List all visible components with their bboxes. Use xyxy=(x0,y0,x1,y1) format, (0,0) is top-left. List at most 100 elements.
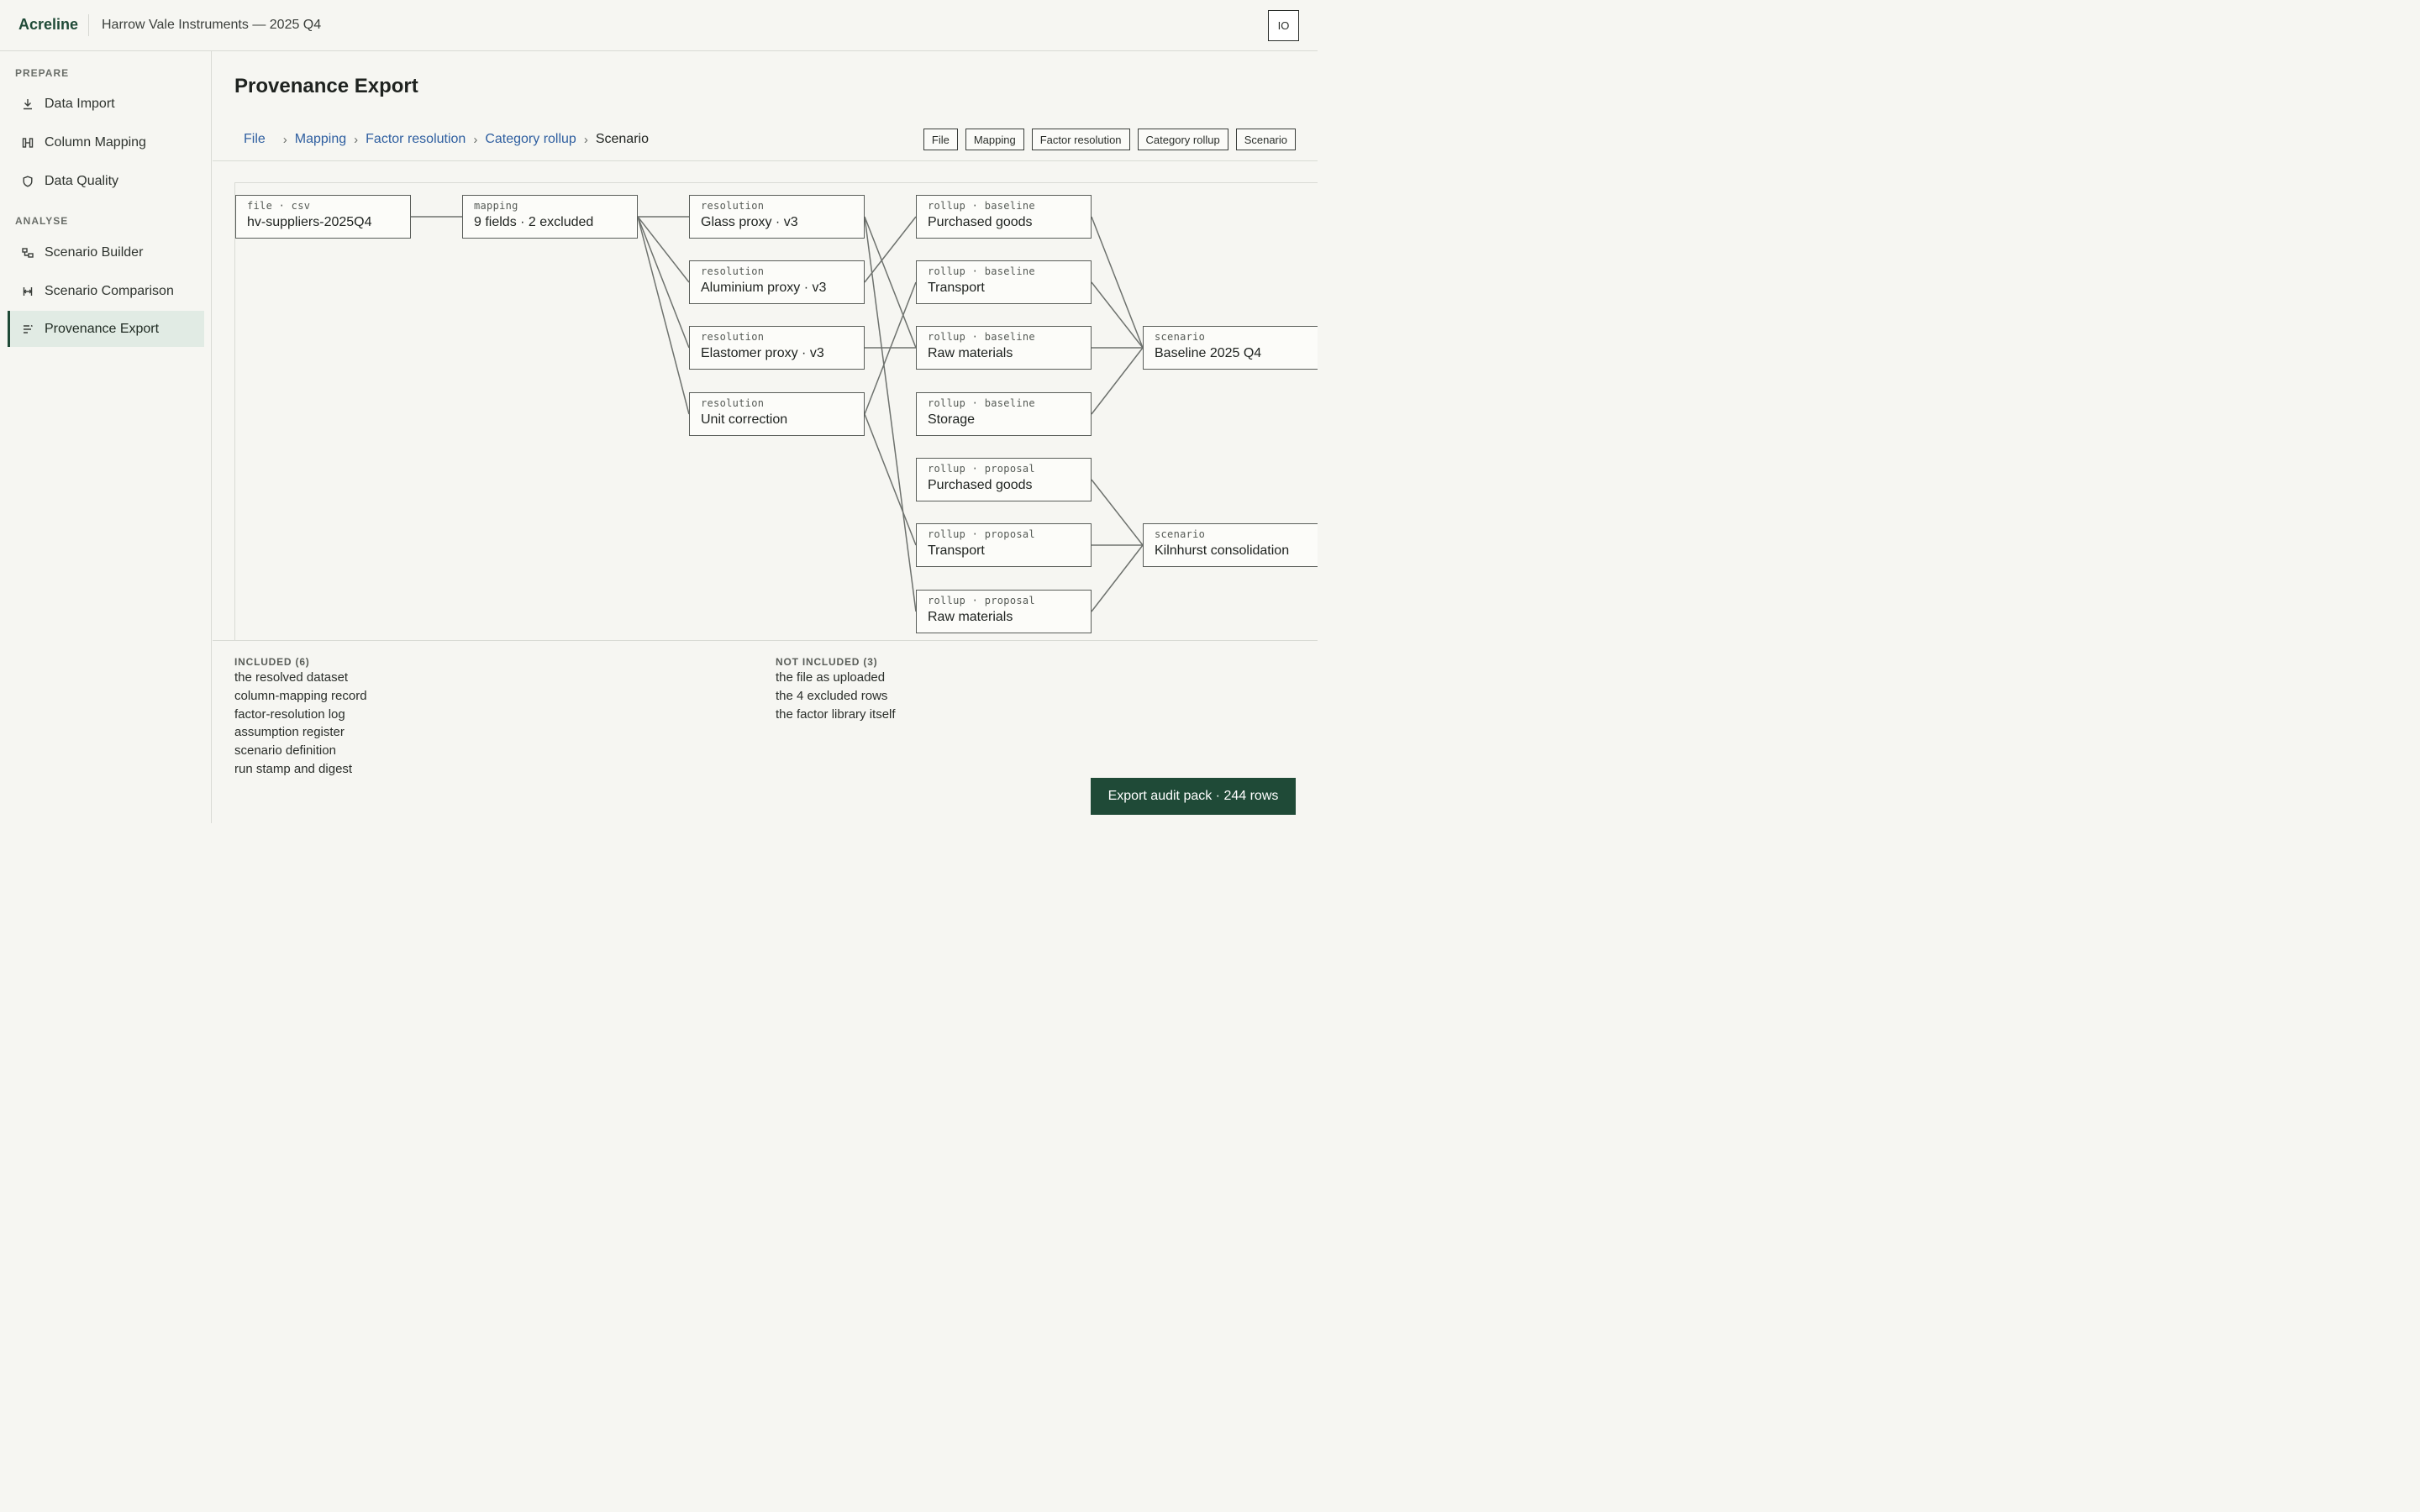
graph-node-map[interactable]: mapping 9 fields · 2 excluded xyxy=(462,195,638,239)
chip-factor-resolution[interactable]: Factor resolution xyxy=(1031,129,1130,150)
graph-edge-b4-s1 xyxy=(1091,347,1144,415)
page-title: Provenance Export xyxy=(234,75,418,97)
node-kind: resolution xyxy=(701,331,765,343)
chip-file[interactable]: File xyxy=(923,129,958,150)
node-label: Baseline 2025 Q4 xyxy=(1155,346,1262,360)
node-kind: scenario xyxy=(1155,528,1206,540)
stage-filter-chips: File Mapping Factor resolution Category … xyxy=(923,129,1296,150)
sidebar-item-scenario-builder[interactable]: Scenario Builder xyxy=(8,234,204,270)
graph-node-s2[interactable]: scenario Kilnhurst consolidation xyxy=(1143,523,1318,567)
graph-edge-p1-s2 xyxy=(1091,479,1144,546)
graph-node-b1[interactable]: rollup · baseline Purchased goods xyxy=(916,195,1092,239)
graph-node-p3[interactable]: rollup · proposal Raw materials xyxy=(916,590,1092,633)
node-label: Transport xyxy=(928,543,985,558)
node-label: Unit correction xyxy=(701,412,788,427)
divider xyxy=(213,640,1318,641)
sidebar-item-label: Scenario Comparison xyxy=(45,283,174,298)
chip-category-rollup[interactable]: Category rollup xyxy=(1137,129,1228,150)
columns-icon xyxy=(21,136,34,150)
graph-node-r1[interactable]: resolution Glass proxy · v3 xyxy=(689,195,865,239)
graph-edge-r1-p3 xyxy=(864,216,917,612)
breadcrumb-category-rollup[interactable]: Category rollup xyxy=(485,132,576,147)
not-included-heading: NOT INCLUDED (3) xyxy=(776,656,878,668)
divider xyxy=(213,160,1318,161)
graph-node-p1[interactable]: rollup · proposal Purchased goods xyxy=(916,458,1092,501)
chip-mapping[interactable]: Mapping xyxy=(965,129,1024,150)
chevron-right-icon: › xyxy=(583,132,588,147)
node-kind: file · csv xyxy=(247,200,311,212)
avatar[interactable]: IO xyxy=(1268,10,1299,41)
sidebar-section-prepare: PREPARE xyxy=(15,67,70,79)
list-item: the 4 excluded rows xyxy=(776,688,888,703)
chevron-right-icon: › xyxy=(354,132,359,147)
brand-logo[interactable]: Acreline xyxy=(18,16,78,34)
node-kind: resolution xyxy=(701,265,765,277)
top-bar: Acreline Harrow Vale Instruments — 2025 … xyxy=(0,0,1318,51)
list-item: run stamp and digest xyxy=(234,761,353,776)
list-item: the file as uploaded xyxy=(776,670,886,685)
graph-node-r2[interactable]: resolution Aluminium proxy · v3 xyxy=(689,260,865,304)
list-icon xyxy=(21,323,34,336)
node-label: Aluminium proxy · v3 xyxy=(701,281,827,295)
node-kind: rollup · baseline xyxy=(928,265,1035,277)
node-label: Storage xyxy=(928,412,976,427)
sidebar-item-provenance-export[interactable]: Provenance Export xyxy=(8,311,204,347)
list-item: the resolved dataset xyxy=(234,670,349,685)
node-kind: scenario xyxy=(1155,331,1206,343)
graph-edge-p3-s2 xyxy=(1091,544,1144,612)
list-item: scenario definition xyxy=(234,743,336,759)
graph-edge-r2-b1 xyxy=(864,216,917,283)
sidebar-item-scenario-comparison[interactable]: Scenario Comparison xyxy=(8,273,204,309)
compare-icon xyxy=(21,285,34,298)
graph-node-b2[interactable]: rollup · baseline Transport xyxy=(916,260,1092,304)
chevron-right-icon: › xyxy=(282,132,287,147)
node-label: Purchased goods xyxy=(928,215,1033,229)
export-audit-pack-button[interactable]: Export audit pack · 244 rows xyxy=(1091,778,1296,815)
sidebar-section-analyse: ANALYSE xyxy=(15,215,69,227)
graph-edge-b2-s1 xyxy=(1091,281,1144,349)
sidebar-item-label: Data Quality xyxy=(45,173,119,188)
graph-node-b3[interactable]: rollup · baseline Raw materials xyxy=(916,326,1092,370)
graph-node-b4[interactable]: rollup · baseline Storage xyxy=(916,392,1092,436)
node-kind: rollup · baseline xyxy=(928,331,1035,343)
graph-node-r4[interactable]: resolution Unit correction xyxy=(689,392,865,436)
list-item: assumption register xyxy=(234,725,345,740)
sidebar-item-label: Data Import xyxy=(45,96,115,111)
node-kind: resolution xyxy=(701,397,765,409)
node-label: Raw materials xyxy=(928,610,1013,624)
list-item: the factor library itself xyxy=(776,706,896,722)
node-label: Purchased goods xyxy=(928,478,1033,492)
node-kind: mapping xyxy=(474,200,518,212)
node-kind: rollup · proposal xyxy=(928,463,1035,475)
graph-node-file[interactable]: file · csv hv-suppliers-2025Q4 xyxy=(235,195,411,239)
included-list: the resolved dataset column-mapping reco… xyxy=(234,669,367,779)
sidebar-item-label: Scenario Builder xyxy=(45,244,144,260)
graph-node-p2[interactable]: rollup · proposal Transport xyxy=(916,523,1092,567)
graph-node-s1[interactable]: scenario Baseline 2025 Q4 xyxy=(1143,326,1318,370)
graph-edge-map-r4 xyxy=(637,216,690,415)
graph-edge-r1-b3 xyxy=(864,216,917,349)
node-label: Glass proxy · v3 xyxy=(701,215,798,229)
shield-icon xyxy=(21,175,34,188)
provenance-graph: file · csv hv-suppliers-2025Q4 mapping 9 fi… xyxy=(234,182,1318,640)
download-icon xyxy=(21,97,34,111)
graph-node-r3[interactable]: resolution Elastomer proxy · v3 xyxy=(689,326,865,370)
node-label: hv-suppliers-2025Q4 xyxy=(247,215,372,229)
organization-name: Harrow Vale Instruments — 2025 Q4 xyxy=(102,18,322,32)
node-label: Kilnhurst consolidation xyxy=(1155,543,1290,558)
chip-scenario[interactable]: Scenario xyxy=(1235,129,1296,150)
divider xyxy=(88,14,89,36)
graph-edge-map-r2 xyxy=(637,216,690,283)
breadcrumb-scenario: Scenario xyxy=(595,132,649,146)
sidebar-item-data-quality[interactable]: Data Quality xyxy=(8,163,204,199)
sidebar-item-data-import[interactable]: Data Import xyxy=(8,86,204,122)
graph-edge-r4-p2 xyxy=(864,413,917,546)
node-label: Elastomer proxy · v3 xyxy=(701,346,824,360)
sidebar-item-column-mapping[interactable]: Column Mapping xyxy=(8,124,204,160)
list-item: factor-resolution log xyxy=(234,706,345,722)
breadcrumb-file[interactable]: File xyxy=(244,132,266,147)
node-label: 9 fields · 2 excluded xyxy=(474,215,594,229)
included-heading: INCLUDED (6) xyxy=(234,656,310,668)
breadcrumb-mapping[interactable]: Mapping xyxy=(295,132,346,147)
breadcrumb-factor-resolution[interactable]: Factor resolution xyxy=(366,132,466,147)
